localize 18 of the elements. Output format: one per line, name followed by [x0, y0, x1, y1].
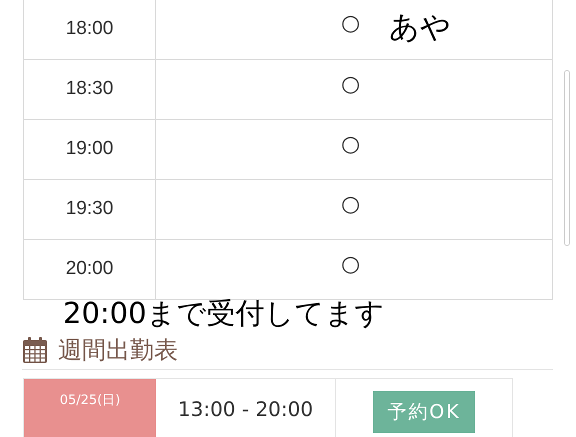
availability-mark: ○: [341, 13, 360, 35]
availability-mark: ○: [341, 74, 360, 96]
time-cell: 18:00: [24, 0, 156, 59]
staff-name: あや: [389, 13, 451, 43]
time-cell: 20:00: [24, 240, 156, 299]
time-cell: 19:30: [24, 180, 156, 239]
time-cell: 18:30: [24, 60, 156, 119]
scrollbar[interactable]: [564, 70, 570, 246]
hours-cell: 13:00 - 20:00: [156, 379, 336, 437]
date-cell: 05/25(日): [24, 379, 156, 437]
availability-mark: ○: [341, 134, 360, 156]
time-cell: 19:00: [24, 120, 156, 179]
availability-mark: ○: [341, 194, 360, 216]
availability-mark: ○: [341, 254, 360, 276]
reservation-badge: 予約OK: [373, 391, 475, 433]
section-title: 週間出勤表: [58, 335, 178, 365]
calendar-icon: [22, 336, 48, 364]
notice-text: 20:00まで受付してます: [63, 296, 385, 330]
